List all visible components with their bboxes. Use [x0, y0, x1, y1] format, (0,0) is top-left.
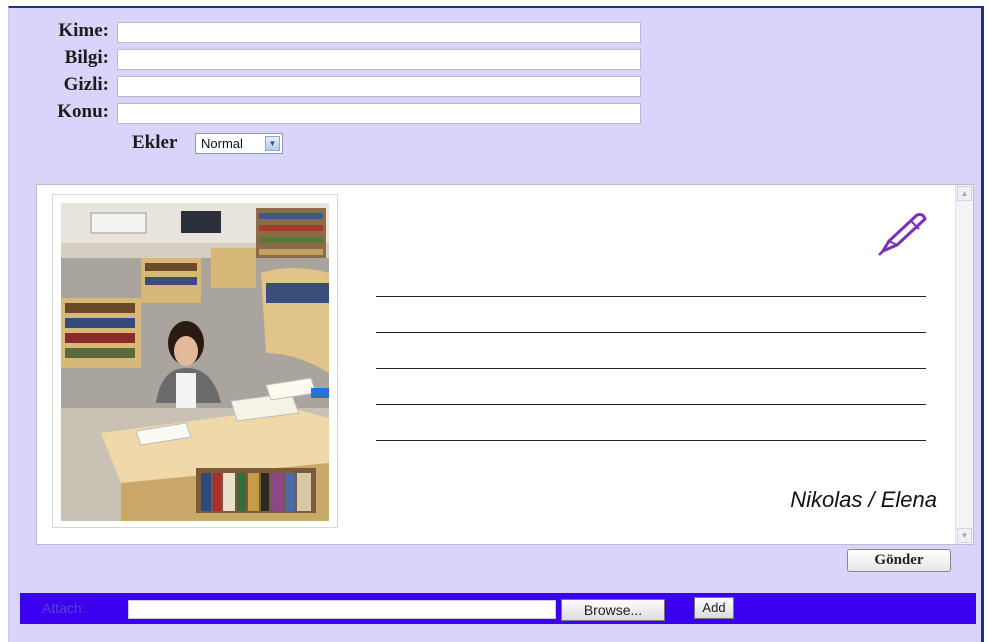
browse-button[interactable]: Browse...: [561, 599, 665, 621]
attach-file-input[interactable]: [128, 600, 556, 619]
student-library-image: [61, 203, 329, 521]
writing-line: [376, 404, 926, 405]
subject-label: Konu:: [57, 101, 109, 122]
signature-text: Nikolas / Elena: [790, 487, 937, 512]
attachment-bar: Attach: Browse... Add: [20, 593, 976, 624]
to-input[interactable]: [117, 22, 641, 43]
writing-line: [376, 440, 926, 441]
attachments-label: Ekler: [132, 132, 178, 153]
scroll-up-arrow-icon[interactable]: ▲: [957, 186, 972, 201]
bcc-input[interactable]: [117, 76, 641, 97]
editor-scrollbar[interactable]: ▲ ▼: [955, 185, 973, 544]
message-editor[interactable]: Nikolas / Elena ▲ ▼: [36, 184, 974, 545]
cc-label: Bilgi:: [64, 47, 109, 68]
library-photo: [52, 194, 338, 528]
scroll-down-arrow-icon[interactable]: ▼: [957, 528, 972, 543]
format-select-value: Normal: [201, 136, 243, 151]
writing-line: [376, 296, 926, 297]
subject-input[interactable]: [117, 103, 641, 124]
pen-icon: [878, 213, 927, 256]
chevron-down-icon[interactable]: ▼: [265, 136, 280, 151]
attach-label: Attach:: [42, 600, 86, 616]
add-button[interactable]: Add: [694, 597, 734, 619]
writing-line: [376, 368, 926, 369]
format-select[interactable]: Normal ▼: [195, 133, 283, 154]
bcc-label: Gizli:: [63, 74, 109, 95]
cc-input[interactable]: [117, 49, 641, 70]
to-label: Kime:: [58, 20, 109, 41]
compose-form: Kime: Bilgi: Gizli: Konu: Ekler Normal ▼: [8, 6, 984, 642]
send-button[interactable]: Gönder: [847, 549, 951, 572]
writing-line: [376, 332, 926, 333]
